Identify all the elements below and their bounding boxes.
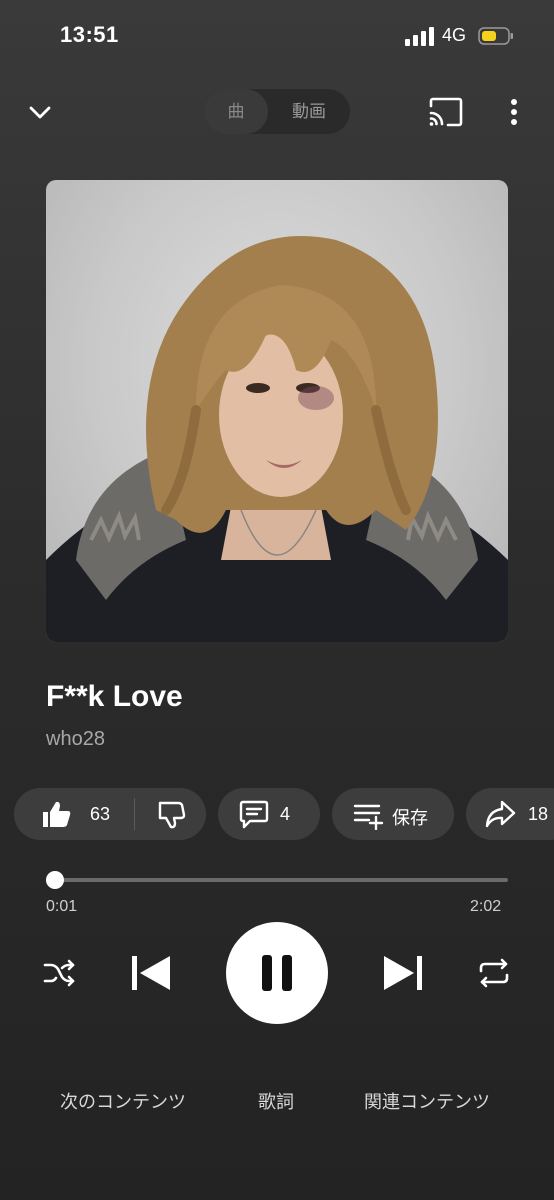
thumb-up-icon[interactable] <box>40 799 72 829</box>
repeat-icon[interactable] <box>476 956 512 990</box>
comment-icon <box>239 800 269 829</box>
like-dislike-group: 63 <box>14 788 206 840</box>
cast-icon[interactable] <box>428 97 464 127</box>
battery-icon <box>478 27 513 45</box>
next-icon[interactable] <box>382 954 424 992</box>
status-time: 13:51 <box>60 22 119 47</box>
tab-lyrics[interactable]: 歌詞 <box>258 1088 294 1114</box>
track-title: F**k Love <box>46 680 183 713</box>
playlist-add-icon <box>353 804 384 830</box>
album-artwork <box>46 180 508 642</box>
progress-knob[interactable] <box>46 871 64 889</box>
share-count: 18 <box>528 804 549 824</box>
current-time: 0:01 <box>46 898 78 915</box>
tab-up-next[interactable]: 次のコンテンツ <box>60 1088 186 1114</box>
signal-icon <box>405 27 434 46</box>
pause-icon <box>262 955 292 991</box>
tab-song[interactable]: 曲 <box>204 89 268 134</box>
like-divider <box>134 798 135 830</box>
like-count[interactable]: 63 <box>90 804 110 825</box>
tab-related[interactable]: 関連コンテンツ <box>364 1088 490 1114</box>
track-artist[interactable]: who28 <box>46 728 105 751</box>
total-duration: 2:02 <box>470 898 502 915</box>
shuffle-icon[interactable] <box>42 956 76 990</box>
comments-button[interactable]: 4 <box>218 788 320 840</box>
save-label: 保存 <box>392 808 428 828</box>
play-pause-button[interactable] <box>226 922 328 1024</box>
network-type: 4G <box>442 25 467 45</box>
song-video-toggle[interactable]: 曲 動画 <box>204 89 350 134</box>
thumb-down-icon[interactable] <box>156 800 186 830</box>
artwork-portrait <box>46 236 508 642</box>
comment-count: 4 <box>280 804 291 824</box>
more-vert-icon[interactable] <box>502 98 526 126</box>
chevron-down-icon[interactable] <box>26 98 54 126</box>
share-icon <box>485 800 516 828</box>
save-button[interactable]: 保存 <box>332 788 454 840</box>
progress-track[interactable] <box>48 878 508 882</box>
tab-video[interactable]: 動画 <box>268 89 350 134</box>
previous-icon[interactable] <box>130 954 172 992</box>
share-button[interactable]: 18 <box>466 788 554 840</box>
